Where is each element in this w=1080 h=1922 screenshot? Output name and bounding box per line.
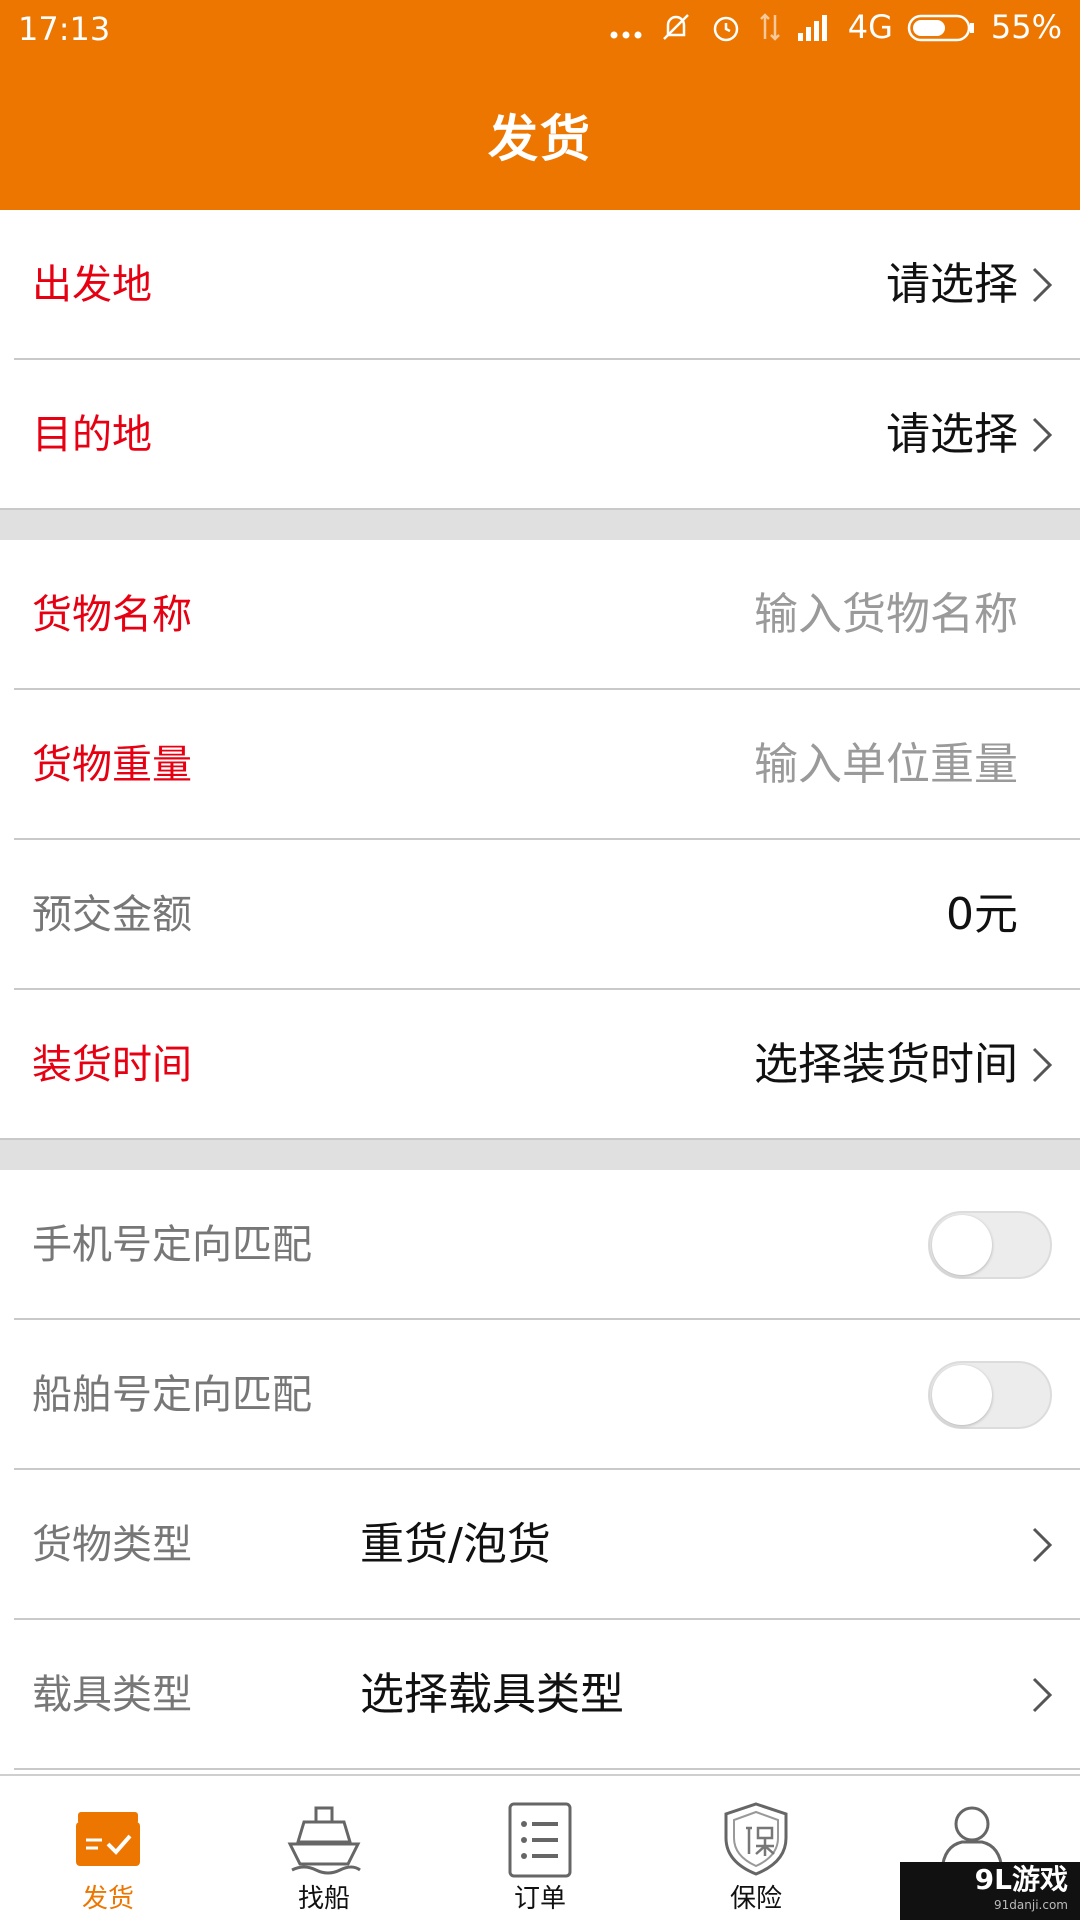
cargo-type-label: 货物类型 bbox=[32, 1522, 192, 1568]
status-icons: 4G 55% bbox=[608, 8, 1062, 46]
loading-time-value[interactable]: 选择装货时间 bbox=[754, 990, 1018, 1140]
cargo-name-row[interactable]: 货物名称 输入货物名称 bbox=[0, 540, 1080, 690]
tab-label: 订单 bbox=[513, 1884, 566, 1914]
origin-row[interactable]: 出发地 请选择 bbox=[0, 210, 1080, 360]
tab-label: 保险 bbox=[729, 1884, 782, 1914]
toggle-knob bbox=[932, 1365, 992, 1425]
mute-bell-icon bbox=[658, 9, 694, 45]
cargo-name-label: 货物名称 bbox=[32, 592, 192, 638]
prepay-label: 预交金额 bbox=[32, 892, 192, 938]
tab-label: 找船 bbox=[297, 1884, 350, 1914]
vehicle-type-value[interactable]: 选择载具类型 bbox=[360, 1620, 624, 1770]
destination-label: 目的地 bbox=[32, 412, 152, 458]
more-dots-icon bbox=[608, 9, 644, 45]
page-title: 发货 bbox=[488, 110, 592, 168]
tab-ship-goods[interactable]: 发货 bbox=[0, 1776, 216, 1922]
ship-icon bbox=[287, 1806, 361, 1875]
destination-value[interactable]: 请选择 bbox=[886, 360, 1018, 510]
toggle-knob bbox=[932, 1215, 992, 1275]
cargo-weight-label: 货物重量 bbox=[32, 742, 192, 788]
tab-find-ship[interactable]: 找船 bbox=[216, 1776, 432, 1922]
origin-value[interactable]: 请选择 bbox=[886, 210, 1018, 360]
divider bbox=[14, 1768, 1080, 1770]
watermark-sub: 91danji.com bbox=[994, 1898, 1068, 1912]
phone-match-row: 手机号定向匹配 bbox=[0, 1170, 1080, 1320]
chevron-right-icon bbox=[1032, 417, 1053, 453]
chevron-right-icon bbox=[1032, 1047, 1053, 1083]
alarm-icon bbox=[708, 9, 744, 45]
insurance-shield-icon bbox=[724, 1802, 788, 1876]
cargo-weight-input[interactable]: 输入单位重量 bbox=[754, 690, 1018, 840]
cargo-type-value[interactable]: 重货/泡货 bbox=[360, 1470, 551, 1620]
signal-icon bbox=[796, 9, 834, 45]
network-type: 4G bbox=[847, 8, 893, 46]
ship-goods-icon bbox=[76, 1812, 140, 1866]
loading-time-row[interactable]: 装货时间 选择装货时间 bbox=[0, 990, 1080, 1140]
chevron-right-icon bbox=[1032, 1527, 1053, 1563]
ship-match-label: 船舶号定向匹配 bbox=[32, 1372, 312, 1418]
battery-level: 55% bbox=[990, 8, 1062, 46]
ship-match-row: 船舶号定向匹配 bbox=[0, 1320, 1080, 1470]
vehicle-type-row[interactable]: 载具类型 选择载具类型 bbox=[0, 1620, 1080, 1770]
status-time: 17:13 bbox=[18, 10, 111, 48]
cargo-weight-row[interactable]: 货物重量 输入单位重量 bbox=[0, 690, 1080, 840]
loading-time-label: 装货时间 bbox=[32, 1042, 192, 1088]
prepay-value: 0元 bbox=[946, 889, 1018, 940]
order-list-icon bbox=[508, 1802, 572, 1878]
phone-match-label: 手机号定向匹配 bbox=[32, 1222, 312, 1268]
section-gap bbox=[0, 510, 1080, 540]
app-bar: 发货 bbox=[0, 60, 1080, 210]
chevron-right-icon bbox=[1032, 267, 1053, 303]
watermark-main: 9L游戏 bbox=[974, 1863, 1068, 1896]
tab-orders[interactable]: 订单 bbox=[432, 1776, 648, 1922]
status-bar: 17:13 4G 55% bbox=[0, 0, 1080, 60]
destination-row[interactable]: 目的地 请选择 bbox=[0, 360, 1080, 510]
tab-label: 发货 bbox=[81, 1884, 134, 1914]
data-transfer-icon bbox=[758, 9, 782, 45]
chevron-right-icon bbox=[1032, 1677, 1053, 1713]
ship-match-toggle[interactable] bbox=[928, 1361, 1052, 1429]
origin-label: 出发地 bbox=[32, 262, 152, 308]
section-gap bbox=[0, 1140, 1080, 1170]
tab-insurance[interactable]: 保险 bbox=[648, 1776, 864, 1922]
prepay-row: 预交金额 0元 bbox=[0, 840, 1080, 990]
battery-icon bbox=[907, 9, 977, 45]
vehicle-type-label: 载具类型 bbox=[32, 1672, 192, 1718]
site-watermark: 9L游戏 91danji.com bbox=[900, 1862, 1080, 1920]
phone-match-toggle[interactable] bbox=[928, 1211, 1052, 1279]
cargo-type-row[interactable]: 货物类型 重货/泡货 bbox=[0, 1470, 1080, 1620]
cargo-name-input[interactable]: 输入货物名称 bbox=[754, 540, 1018, 690]
